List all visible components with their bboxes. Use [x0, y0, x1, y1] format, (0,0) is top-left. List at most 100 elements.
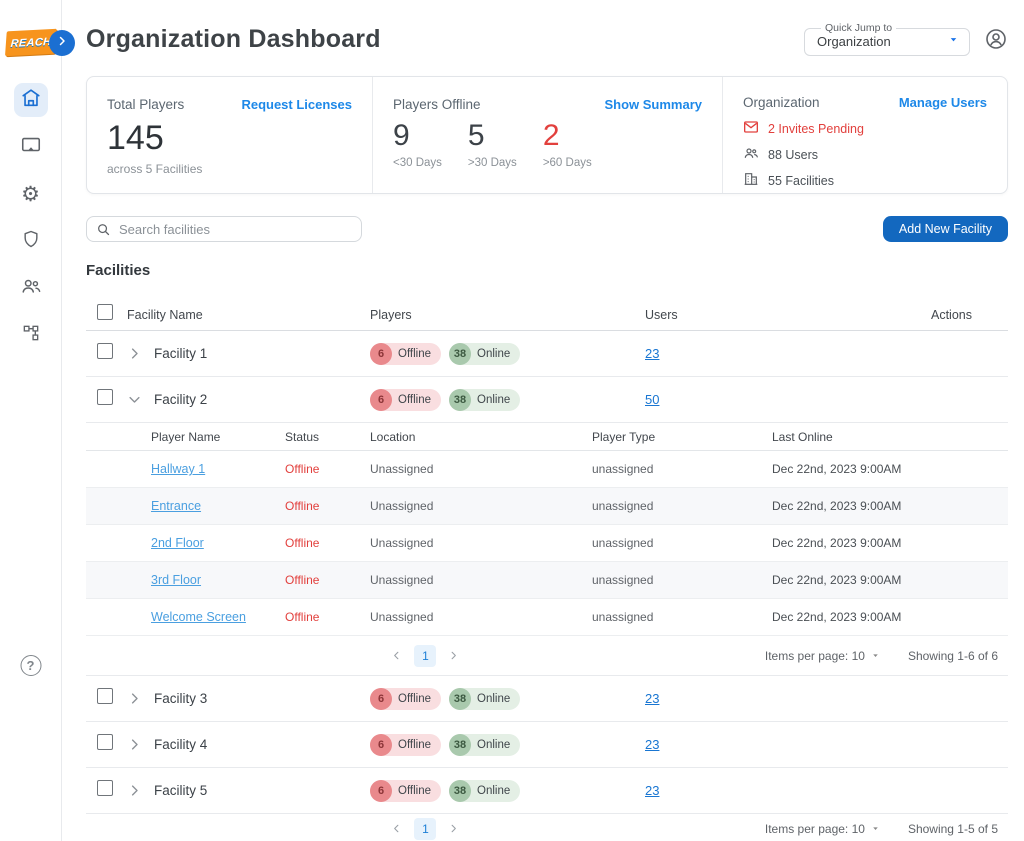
player-type: unassigned	[592, 536, 772, 550]
prev-page-icon[interactable]	[391, 823, 402, 834]
page-number-button[interactable]: 1	[414, 645, 436, 667]
manage-users-link[interactable]: Manage Users	[899, 95, 987, 110]
player-location: Unassigned	[370, 462, 592, 476]
player-name-link[interactable]: Hallway 1	[151, 462, 205, 476]
page-number-button[interactable]: 1	[414, 818, 436, 840]
row-checkbox[interactable]	[97, 389, 113, 405]
player-status: Offline	[285, 499, 370, 513]
players-paginator: 1 Items per page: 10 Showing 1-6 of 6	[86, 636, 1008, 676]
player-name-link[interactable]: Welcome Screen	[151, 610, 246, 624]
row-checkbox[interactable]	[97, 688, 113, 704]
col-player-type: Player Type	[592, 430, 772, 444]
display-icon	[20, 134, 42, 161]
col-actions: Actions	[900, 308, 1008, 322]
player-name-link[interactable]: 2nd Floor	[151, 536, 204, 550]
online-badge: 38Online	[449, 780, 520, 802]
items-per-page-select[interactable]: Items per page: 10	[765, 822, 880, 836]
player-row: 2nd Floor Offline Unassigned unassigned …	[86, 525, 1008, 562]
search-icon	[96, 222, 111, 237]
players-offline-section: Players Offline Show Summary 9 <30 Days …	[373, 77, 723, 193]
org-chart-icon	[21, 323, 41, 348]
show-summary-link[interactable]: Show Summary	[604, 97, 702, 112]
facility-name: Facility 4	[154, 737, 207, 752]
sidebar-item-users[interactable]	[14, 271, 48, 305]
quick-jump-select[interactable]: Quick Jump to Organization	[804, 22, 970, 56]
online-badge: 38Online	[449, 343, 520, 365]
player-row: Entrance Offline Unassigned unassigned D…	[86, 488, 1008, 525]
sidebar-toggle-button[interactable]	[49, 30, 75, 56]
gear-icon: ⚙	[21, 184, 40, 205]
users-count-link[interactable]: 23	[645, 691, 659, 706]
users-count-link[interactable]: 23	[645, 783, 659, 798]
expand-chevron-icon[interactable]	[127, 691, 142, 706]
request-licenses-link[interactable]: Request Licenses	[241, 97, 352, 112]
search-input[interactable]	[86, 216, 362, 242]
select-all-checkbox[interactable]	[97, 304, 113, 320]
facility-row-expanded: Facility 2 6Offline 38Online 50	[86, 377, 1008, 423]
prev-page-icon[interactable]	[391, 650, 402, 661]
sidebar-item-security[interactable]	[14, 224, 48, 258]
page-title: Organization Dashboard	[86, 25, 381, 54]
online-badge: 38Online	[449, 734, 520, 756]
player-name-link[interactable]: Entrance	[151, 499, 201, 513]
add-new-facility-button[interactable]: Add New Facility	[883, 216, 1008, 242]
sidebar-item-displays[interactable]	[14, 130, 48, 164]
people-icon	[20, 275, 42, 302]
organization-label: Organization	[743, 95, 820, 110]
next-page-icon[interactable]	[448, 823, 459, 834]
collapse-chevron-icon[interactable]	[127, 392, 142, 407]
showing-range-text: Showing 1-5 of 5	[908, 822, 998, 836]
player-status: Offline	[285, 536, 370, 550]
facilities-count-item: 55 Facilities	[743, 171, 987, 190]
player-type: unassigned	[592, 462, 772, 476]
offline-bucket: 5 >30 Days	[468, 118, 517, 169]
facility-row: Facility 1 6Offline 38Online 23	[86, 331, 1008, 377]
facilities-paginator: 1 Items per page: 10 Showing 1-5 of 5	[86, 814, 1008, 841]
player-location: Unassigned	[370, 610, 592, 624]
invites-pending-text: 2 Invites Pending	[768, 122, 864, 136]
home-icon	[20, 87, 42, 114]
row-checkbox[interactable]	[97, 343, 113, 359]
player-name-link[interactable]: 3rd Floor	[151, 573, 201, 587]
player-status: Offline	[285, 462, 370, 476]
facility-row: Facility 4 6Offline 38Online 23	[86, 722, 1008, 768]
next-page-icon[interactable]	[448, 650, 459, 661]
bucket-value: 2	[543, 118, 592, 154]
users-count-link[interactable]: 50	[645, 392, 659, 407]
facility-name: Facility 1	[154, 346, 207, 361]
building-icon	[743, 171, 759, 190]
users-count-link[interactable]: 23	[645, 346, 659, 361]
expand-chevron-icon[interactable]	[127, 737, 142, 752]
player-last-online: Dec 22nd, 2023 9:00AM	[772, 610, 1008, 624]
row-checkbox[interactable]	[97, 780, 113, 796]
help-button[interactable]: ?	[20, 655, 41, 676]
col-location: Location	[370, 430, 592, 444]
col-players: Players	[370, 308, 645, 322]
caret-down-icon	[871, 651, 880, 660]
facilities-table: Facility Name Players Users Actions Faci…	[86, 299, 1008, 841]
users-count-link[interactable]: 23	[645, 737, 659, 752]
bucket-value: 9	[393, 118, 442, 154]
sidebar-item-settings[interactable]: ⚙	[14, 177, 48, 211]
expand-chevron-icon[interactable]	[127, 346, 142, 361]
row-checkbox[interactable]	[97, 734, 113, 750]
quick-jump-label: Quick Jump to	[821, 22, 896, 34]
player-last-online: Dec 22nd, 2023 9:00AM	[772, 462, 1008, 476]
sidebar-item-org-chart[interactable]	[14, 318, 48, 352]
account-button[interactable]	[984, 27, 1008, 51]
sidebar-item-home[interactable]	[14, 83, 48, 117]
bucket-label: <30 Days	[393, 157, 442, 169]
col-last-online: Last Online	[772, 430, 1008, 444]
chevron-right-icon	[56, 34, 68, 52]
facility-row: Facility 3 6Offline 38Online 23	[86, 676, 1008, 722]
offline-bucket-alert: 2 >60 Days	[543, 118, 592, 169]
offline-badge: 6Offline	[370, 734, 441, 756]
sidebar-nav: ⚙	[14, 83, 48, 352]
player-row: 3rd Floor Offline Unassigned unassigned …	[86, 562, 1008, 599]
showing-range-text: Showing 1-6 of 6	[908, 649, 998, 663]
help-icon: ?	[27, 658, 35, 673]
sidebar: REACH ⚙	[0, 0, 62, 841]
items-per-page-select[interactable]: Items per page: 10	[765, 649, 880, 663]
expand-chevron-icon[interactable]	[127, 783, 142, 798]
player-location: Unassigned	[370, 536, 592, 550]
